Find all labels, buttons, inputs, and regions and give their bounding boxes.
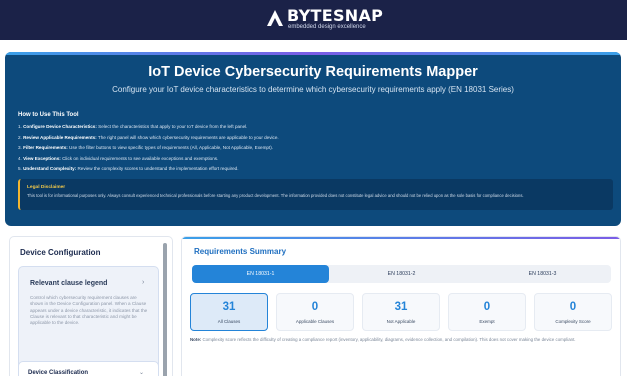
hero-panel: IoT Device Cybersecurity Requirements Ma…: [5, 52, 621, 226]
chevron-right-icon[interactable]: ›: [142, 279, 144, 286]
how-to-steps: 1. Configure Device Characteristics: Sel…: [18, 123, 608, 176]
top-bar: BYTESNAP embedded design excellence: [0, 0, 627, 40]
stat-complexity-score[interactable]: 0 Complexity Score: [534, 293, 612, 331]
stat-value: 0: [483, 301, 491, 313]
disclaimer-title: Legal Disclaimer: [27, 185, 66, 190]
standard-tabs: EN 18031-1 EN 18031-2 EN 18031-3: [192, 265, 611, 283]
sidebar-title: Device Configuration: [20, 248, 101, 257]
stat-value: 31: [222, 301, 236, 313]
summary-title: Requirements Summary: [194, 247, 287, 256]
sidebar-scrollbar[interactable]: [163, 243, 167, 376]
stat-label: All Clauses: [217, 319, 241, 324]
stat-label: Exempt: [479, 319, 495, 324]
bytesnap-logo[interactable]: BYTESNAP embedded design excellence: [265, 6, 383, 34]
how-to-step: 5. Understand Complexity: Review the com…: [18, 166, 239, 172]
classification-title: Device Classification: [28, 370, 89, 376]
how-to-step: 4. View Exceptions: Click on individual …: [18, 155, 219, 161]
stat-value: 0: [311, 301, 319, 313]
stat-applicable-clauses[interactable]: 0 Applicable Clauses: [276, 293, 354, 331]
stat-label: Not Applicable: [386, 319, 416, 324]
how-to-step: 1. Configure Device Characteristics: Sel…: [18, 124, 248, 129]
brand-tagline: embedded design excellence: [288, 24, 366, 30]
hero-accent-stripe: [5, 52, 621, 55]
how-to-title: How to Use This Tool: [18, 112, 79, 118]
stat-label: Complexity Score: [555, 319, 591, 324]
chevron-down-icon[interactable]: ⌄: [139, 369, 144, 376]
tab-en-18031-2[interactable]: EN 18031-2: [333, 265, 470, 283]
summary-accent-stripe: [182, 237, 620, 239]
stat-all-clauses[interactable]: 31 All Clauses: [190, 293, 268, 331]
stat-exempt[interactable]: 0 Exempt: [448, 293, 526, 331]
complexity-note: Note: Complexity score reflects the diff…: [190, 337, 576, 342]
device-classification-section[interactable]: Device Classification ⌄: [18, 361, 159, 376]
how-to-step: 3. Filter Requirements: Use the filter b…: [18, 145, 274, 151]
device-configuration-panel: Device Configuration Relevant clause leg…: [9, 236, 173, 376]
requirements-summary-panel: Requirements Summary EN 18031-1 EN 18031…: [181, 236, 621, 376]
stat-value: 0: [569, 301, 577, 313]
legend-text: Control which cybersecurity requirement …: [30, 295, 148, 326]
brand-name: BYTESNAP: [287, 6, 384, 25]
legal-disclaimer: Legal Disclaimer This tool is for inform…: [18, 179, 613, 210]
stat-not-applicable[interactable]: 31 Not Applicable: [362, 293, 440, 331]
page-subtitle: Configure your IoT device characteristic…: [112, 85, 514, 94]
clause-legend-card[interactable]: Relevant clause legend › Control which c…: [18, 266, 159, 376]
legend-title: Relevant clause legend: [30, 280, 108, 287]
stat-label: Applicable Clauses: [295, 319, 335, 324]
tab-en-18031-1[interactable]: EN 18031-1: [192, 265, 329, 283]
stat-value: 31: [394, 301, 408, 313]
logo-mark-icon: [267, 10, 283, 26]
disclaimer-text: This tool is for informational purposes …: [27, 193, 524, 198]
page-title: IoT Device Cybersecurity Requirements Ma…: [148, 64, 478, 80]
tab-en-18031-3[interactable]: EN 18031-3: [474, 265, 611, 283]
how-to-step: 2. Review Applicable Requirements: The r…: [18, 134, 279, 140]
